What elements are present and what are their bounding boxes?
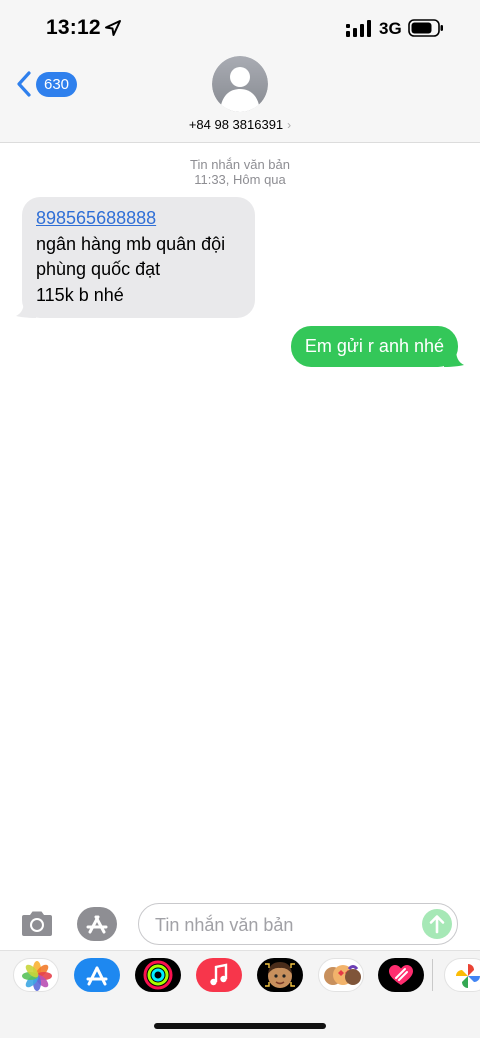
conversation-header: 13:12 3G 630 +84 98 3816391 ›	[0, 0, 480, 143]
message-line: ngân hàng mb quân đội	[36, 233, 226, 254]
home-indicator[interactable]	[154, 1023, 326, 1029]
message-timestamp: 11:33, Hôm qua	[194, 172, 286, 187]
contact-number: +84 98 3816391	[188, 117, 284, 132]
app-store-icon	[77, 907, 117, 941]
outgoing-message-bubble[interactable]: Em gửi r anh nhé	[290, 326, 464, 367]
chevron-right-icon: ›	[287, 118, 292, 132]
app-store-app-icon[interactable]	[74, 958, 120, 992]
status-time: 13:12	[46, 16, 101, 39]
drawer-divider	[432, 959, 433, 991]
contact-details-link[interactable]: +84 98 3816391 ›	[0, 117, 480, 132]
phone-number-link[interactable]: 898565688888	[36, 208, 156, 228]
camera-icon[interactable]	[19, 910, 55, 938]
unread-count-badge: 630	[36, 71, 78, 97]
activity-app-icon[interactable]	[135, 958, 181, 992]
signal-bars-icon	[346, 20, 371, 37]
message-input-placeholder: Tin nhắn văn bản	[155, 915, 294, 935]
message-input[interactable]: Tin nhắn văn bản	[138, 903, 458, 945]
location-arrow-icon	[105, 20, 121, 36]
incoming-message-bubble[interactable]: 898565688888 ngân hàng mb quân đội phùng…	[16, 197, 255, 318]
person-silhouette-icon	[212, 56, 268, 112]
message-line: phùng quốc đạt	[36, 259, 161, 279]
status-bar: 13:12 3G	[0, 0, 480, 56]
app-store-drawer-button[interactable]	[76, 906, 120, 942]
message-meta: Tin nhắn văn bản 11:33, Hôm qua	[0, 157, 480, 187]
digital-touch-app-icon[interactable]	[378, 958, 424, 992]
back-button[interactable]: 630	[16, 68, 78, 100]
arrow-up-icon	[429, 915, 445, 934]
memoji-app-icon[interactable]	[257, 958, 303, 992]
chevron-left-icon	[17, 71, 31, 97]
message-type-label: Tin nhắn văn bản	[190, 157, 290, 172]
google-photos-app-icon[interactable]	[444, 958, 480, 992]
network-type: 3G	[379, 19, 402, 38]
music-app-icon[interactable]	[196, 958, 242, 992]
outgoing-message-text: Em gửi r anh nhé	[304, 336, 444, 356]
animoji-app-icon[interactable]	[318, 958, 364, 992]
send-button[interactable]	[422, 909, 452, 939]
bubble-tail	[444, 349, 464, 367]
photos-app-icon[interactable]	[13, 958, 59, 992]
battery-icon	[408, 19, 443, 37]
bubble-tail	[16, 300, 36, 318]
message-line: 115k b nhé	[36, 284, 124, 305]
contact-avatar[interactable]	[212, 56, 268, 112]
